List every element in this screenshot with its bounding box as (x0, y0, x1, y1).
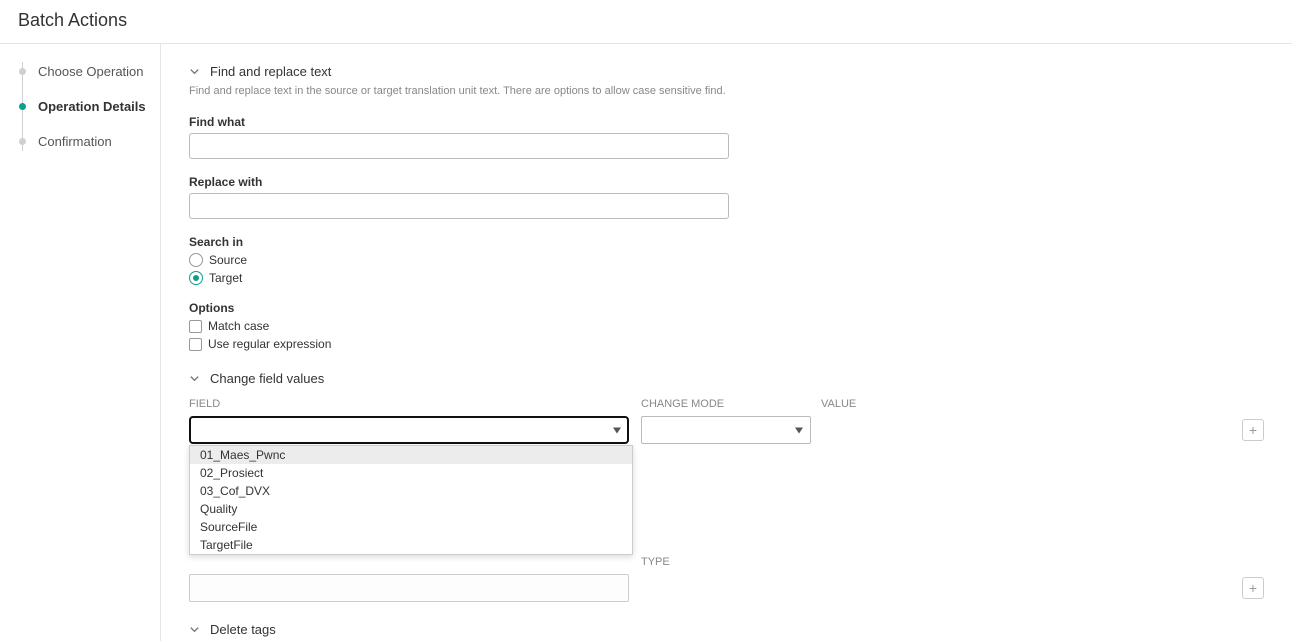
radio-source-label: Source (209, 253, 247, 267)
chevron-down-icon (189, 624, 200, 635)
step-confirmation[interactable]: Confirmation (18, 124, 160, 159)
page-title: Batch Actions (18, 10, 1274, 31)
page-header: Batch Actions (0, 0, 1292, 44)
section-change-fields-header[interactable]: Change field values (189, 371, 1264, 386)
second-row-box[interactable] (189, 574, 629, 602)
radio-target-label: Target (209, 271, 242, 285)
section-find-replace-header[interactable]: Find and replace text (189, 64, 1264, 79)
search-in-block: Search in Source Target (189, 235, 1264, 285)
find-what-input[interactable] (189, 133, 729, 159)
field-combobox[interactable]: 01_Maes_Pwnc 02_Prosiect 03_Cof_DVX Qual… (189, 416, 629, 444)
second-table-row: + (189, 574, 1264, 602)
col-type: TYPE (641, 556, 1261, 568)
step-label: Choose Operation (38, 64, 144, 79)
step-choose-operation[interactable]: Choose Operation (18, 54, 160, 89)
dropdown-item[interactable]: 03_Cof_DVX (190, 482, 632, 500)
wizard-steps: Choose Operation Operation Details Confi… (18, 54, 160, 159)
main-panel: Find and replace text Find and replace t… (160, 44, 1292, 641)
replace-with-input[interactable] (189, 193, 729, 219)
find-what-label: Find what (189, 115, 1264, 129)
second-table-header: TYPE (189, 556, 1264, 568)
dropdown-item[interactable]: 02_Prosiect (190, 464, 632, 482)
dropdown-item[interactable]: Quality (190, 500, 632, 518)
dropdown-item[interactable]: SourceFile (190, 518, 632, 536)
radio-target-row[interactable]: Target (189, 271, 1264, 285)
col-change-mode: CHANGE MODE (641, 398, 821, 410)
section-find-replace-desc: Find and replace text in the source or t… (189, 85, 1264, 97)
section-title: Find and replace text (210, 64, 331, 79)
radio-source-row[interactable]: Source (189, 253, 1264, 267)
section-title: Delete tags (210, 622, 276, 637)
dropdown-item[interactable]: 01_Maes_Pwnc (190, 446, 632, 464)
dropdown-item[interactable]: TargetFile (190, 536, 632, 554)
wizard-sidebar: Choose Operation Operation Details Confi… (0, 44, 160, 641)
replace-with-block: Replace with (189, 175, 1264, 219)
checkbox-match-case[interactable] (189, 320, 202, 333)
col-value: VALUE (821, 398, 1264, 410)
content-container: Choose Operation Operation Details Confi… (0, 44, 1292, 641)
check-match-case-row[interactable]: Match case (189, 319, 1264, 333)
options-label: Options (189, 301, 1264, 315)
options-block: Options Match case Use regular expressio… (189, 301, 1264, 351)
change-mode-combobox[interactable] (641, 416, 811, 444)
check-regex-label: Use regular expression (208, 337, 331, 351)
check-match-case-label: Match case (208, 319, 269, 333)
plus-icon: + (1249, 580, 1257, 596)
check-regex-row[interactable]: Use regular expression (189, 337, 1264, 351)
caret-down-icon (795, 423, 803, 438)
change-fields-table-header: FIELD CHANGE MODE VALUE (189, 398, 1264, 410)
plus-icon: + (1249, 422, 1257, 438)
field-combobox-input[interactable] (189, 416, 629, 444)
radio-source[interactable] (189, 253, 203, 267)
step-label: Operation Details (38, 99, 146, 114)
radio-target[interactable] (189, 271, 203, 285)
col-field: FIELD (189, 398, 641, 410)
replace-with-label: Replace with (189, 175, 1264, 189)
change-fields-row: 01_Maes_Pwnc 02_Prosiect 03_Cof_DVX Qual… (189, 416, 1264, 444)
field-dropdown: 01_Maes_Pwnc 02_Prosiect 03_Cof_DVX Qual… (189, 445, 633, 555)
step-label: Confirmation (38, 134, 112, 149)
search-in-label: Search in (189, 235, 1264, 249)
step-operation-details[interactable]: Operation Details (18, 89, 160, 124)
find-what-block: Find what (189, 115, 1264, 159)
change-mode-box[interactable] (641, 416, 811, 444)
add-row-button[interactable]: + (1242, 577, 1264, 599)
add-row-button[interactable]: + (1242, 419, 1264, 441)
checkbox-regex[interactable] (189, 338, 202, 351)
second-table-area: TYPE + (189, 556, 1264, 602)
section-title: Change field values (210, 371, 324, 386)
chevron-down-icon (189, 373, 200, 384)
chevron-down-icon (189, 66, 200, 77)
section-delete-tags-header[interactable]: Delete tags (189, 622, 1264, 637)
